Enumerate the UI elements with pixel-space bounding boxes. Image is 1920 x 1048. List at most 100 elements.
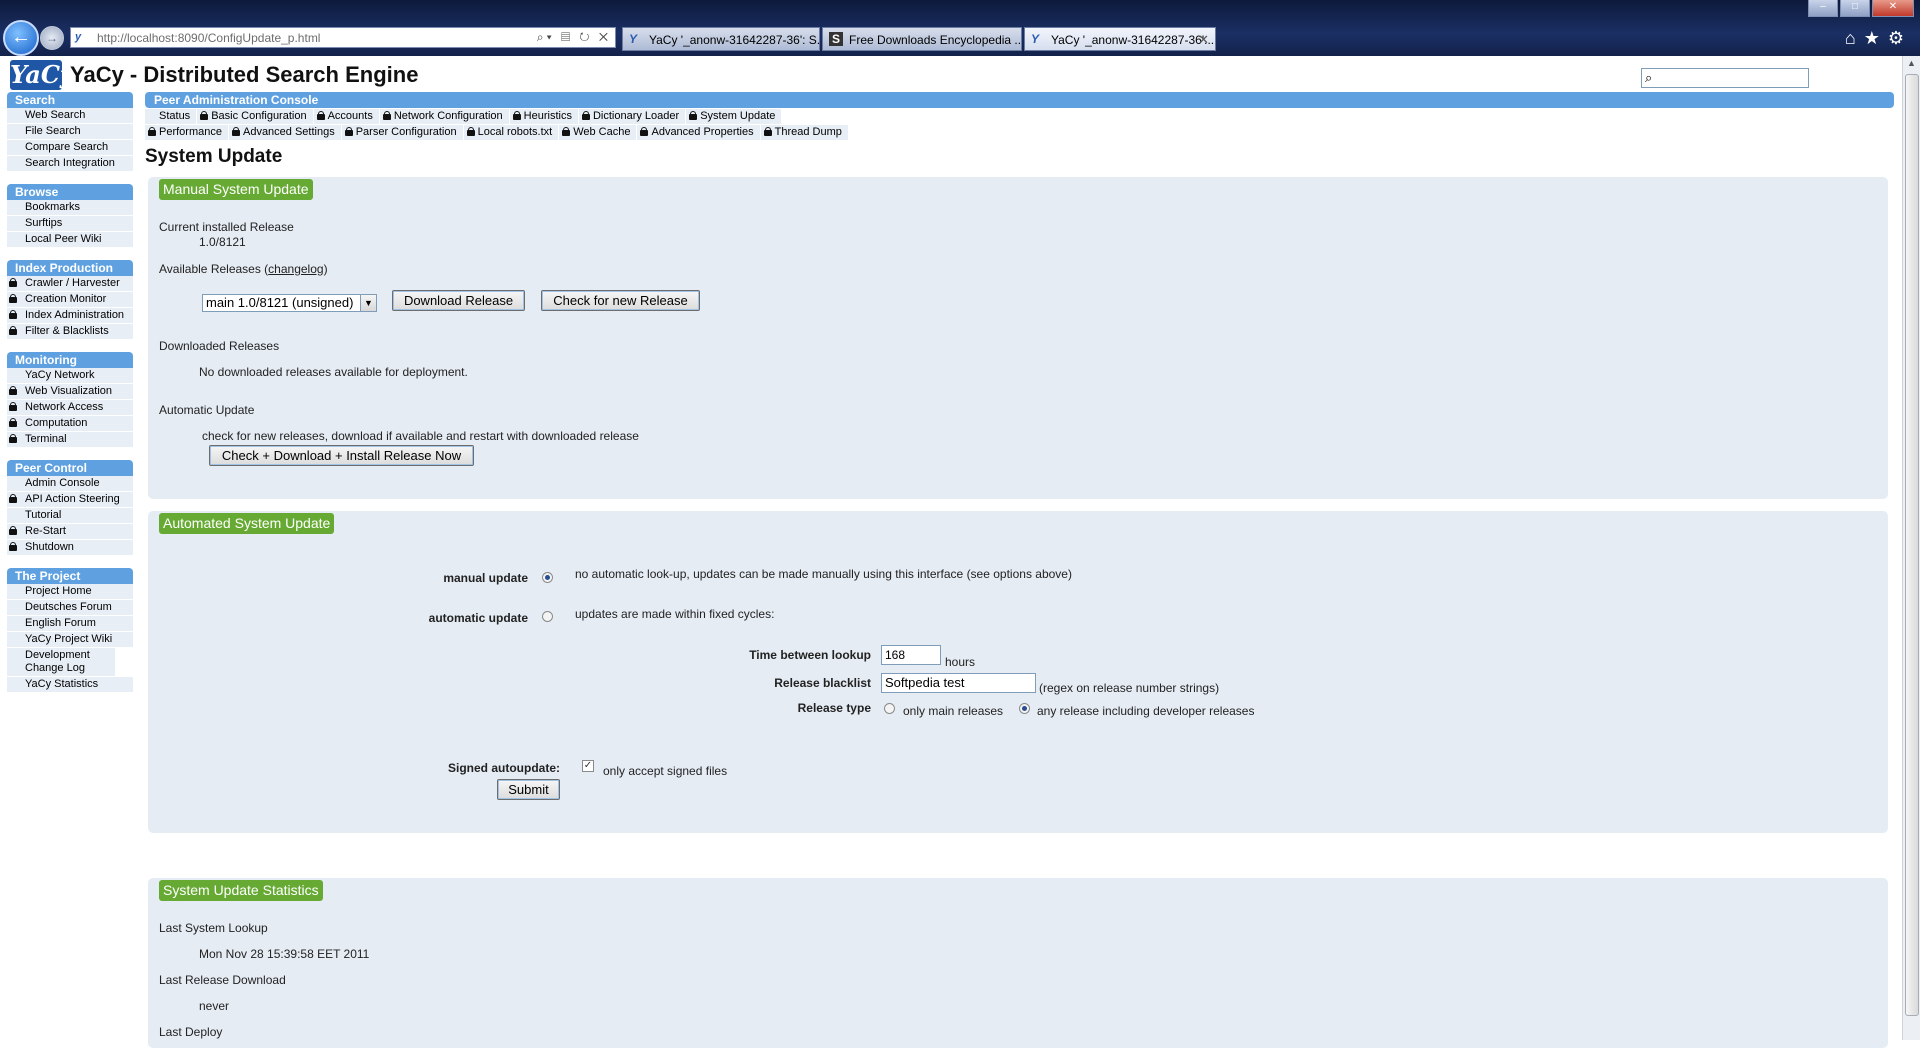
lock-icon bbox=[689, 111, 698, 120]
release-type-any-radio[interactable] bbox=[1019, 703, 1030, 714]
search-input[interactable]: ⌕ bbox=[1641, 68, 1809, 88]
sidebar-item-compare-search[interactable]: Compare Search bbox=[7, 140, 133, 156]
sidebar-item-filter-blacklists[interactable]: Filter & Blacklists bbox=[7, 324, 133, 340]
browser-tab-3-active[interactable]: Y YaCy '_anonw-31642287-36'... ✕ bbox=[1024, 27, 1216, 51]
browser-chrome: – □ ✕ ← → y http://localhost:8090/Config… bbox=[0, 0, 1920, 56]
manual-update-radio[interactable] bbox=[542, 572, 553, 583]
sidebar-item-terminal[interactable]: Terminal bbox=[7, 432, 133, 448]
tab-status[interactable]: Status bbox=[145, 109, 197, 124]
address-tools-icons[interactable]: ⌕▾ ▤ ↻ ✕ bbox=[537, 30, 611, 45]
close-window-icon[interactable]: ✕ bbox=[1872, 0, 1914, 17]
favorites-star-icon[interactable]: ★ bbox=[1864, 28, 1888, 48]
sidebar-item-computation[interactable]: Computation bbox=[7, 416, 133, 432]
signed-autoupdate-desc: only accept signed files bbox=[603, 764, 728, 778]
release-select[interactable]: main 1.0/8121 (unsigned) ▼ bbox=[202, 294, 377, 312]
tab-advanced-settings[interactable]: Advanced Settings bbox=[228, 125, 341, 140]
tab-label: System Update bbox=[700, 110, 776, 122]
tab-network-configuration[interactable]: Network Configuration bbox=[379, 109, 509, 124]
tab-parser-configuration[interactable]: Parser Configuration bbox=[341, 125, 463, 140]
menu-heading: The Project bbox=[7, 568, 133, 584]
sidebar-item-crawler[interactable]: Crawler / Harvester bbox=[7, 276, 133, 292]
tab-local-robots[interactable]: Local robots.txt bbox=[463, 125, 559, 140]
gear-icon[interactable]: ⚙ bbox=[1888, 28, 1912, 48]
scroll-up-icon[interactable]: ▲ bbox=[1907, 58, 1916, 68]
panel-legend: Manual System Update bbox=[159, 179, 313, 200]
sidebar-item-deutsches-forum[interactable]: Deutsches Forum bbox=[7, 600, 133, 616]
panel-legend: System Update Statistics bbox=[159, 880, 323, 901]
tab-label: Parser Configuration bbox=[355, 126, 457, 138]
time-lookup-input[interactable]: 168 bbox=[881, 645, 941, 665]
sidebar-item-web-search[interactable]: Web Search bbox=[7, 108, 133, 124]
sidebar-item-api-action-steering[interactable]: API Action Steering bbox=[7, 492, 133, 508]
sidebar-item-index-administration[interactable]: Index Administration bbox=[7, 308, 133, 324]
vertical-scrollbar[interactable]: ▲ bbox=[1902, 56, 1920, 1040]
sidebar-item-tutorial[interactable]: Tutorial bbox=[7, 508, 133, 524]
sidebar-item-yacy-statistics[interactable]: YaCy Statistics bbox=[7, 677, 133, 693]
submit-button[interactable]: Submit bbox=[497, 779, 560, 800]
sidebar-item-web-visualization[interactable]: Web Visualization bbox=[7, 384, 133, 400]
sidebar-item-bookmarks[interactable]: Bookmarks bbox=[7, 200, 133, 216]
sidebar-item-search-integration[interactable]: Search Integration bbox=[7, 156, 133, 172]
sidebar-item-surftips[interactable]: Surftips bbox=[7, 216, 133, 232]
release-blacklist-input[interactable]: Softpedia test bbox=[881, 673, 1036, 693]
tab-label: Thread Dump bbox=[774, 126, 842, 138]
close-tab-icon[interactable]: ✕ bbox=[1198, 32, 1209, 48]
maximize-icon[interactable]: □ bbox=[1840, 0, 1870, 17]
tab-accounts[interactable]: Accounts bbox=[313, 109, 379, 124]
lock-icon bbox=[9, 434, 17, 443]
check-new-release-button[interactable]: Check for new Release bbox=[541, 290, 700, 311]
sidebar-item-restart[interactable]: Re-Start bbox=[7, 524, 133, 540]
current-release-value: 1.0/8121 bbox=[199, 235, 246, 249]
minimize-icon[interactable]: – bbox=[1808, 0, 1838, 17]
sidebar: Search Web Search File Search Compare Se… bbox=[7, 92, 133, 705]
last-download-label: Last Release Download bbox=[159, 973, 286, 987]
current-release-label: Current installed Release bbox=[159, 220, 294, 234]
address-url[interactable]: http://localhost:8090/ConfigUpdate_p.htm… bbox=[97, 31, 320, 45]
browser-tab-1[interactable]: Y YaCy '_anonw-31642287-36': S... bbox=[622, 27, 820, 51]
scrollbar-thumb[interactable] bbox=[1905, 74, 1919, 1016]
sidebar-item-development-change-log[interactable]: Development Change Log bbox=[7, 648, 115, 677]
chevron-down-icon[interactable]: ▼ bbox=[360, 295, 376, 311]
yacy-logo[interactable]: YaCy bbox=[10, 60, 74, 90]
site-title: YaCy - Distributed Search Engine bbox=[70, 62, 419, 87]
sidebar-item-file-search[interactable]: File Search bbox=[7, 124, 133, 140]
sidebar-item-yacy-network[interactable]: YaCy Network bbox=[7, 368, 133, 384]
sidebar-item-local-peer-wiki[interactable]: Local Peer Wiki bbox=[7, 232, 133, 248]
menu-index-production: Index Production Crawler / Harvester Cre… bbox=[7, 260, 133, 340]
tab-advanced-properties[interactable]: Advanced Properties bbox=[637, 125, 760, 140]
tab-performance[interactable]: Performance bbox=[145, 125, 228, 140]
automatic-update-option-label: automatic update bbox=[428, 611, 528, 625]
lock-icon bbox=[344, 127, 353, 136]
sidebar-item-label: Crawler / Harvester bbox=[25, 277, 120, 289]
last-deploy-label: Last Deploy bbox=[159, 1025, 223, 1039]
sidebar-item-shutdown[interactable]: Shutdown bbox=[7, 540, 133, 556]
changelog-link[interactable]: changelog bbox=[268, 262, 323, 276]
sidebar-item-english-forum[interactable]: English Forum bbox=[7, 616, 133, 632]
tab-thread-dump[interactable]: Thread Dump bbox=[760, 125, 848, 140]
lock-icon bbox=[9, 494, 17, 503]
forward-button[interactable]: → bbox=[40, 26, 64, 50]
back-button[interactable]: ← bbox=[3, 20, 39, 56]
automated-update-panel: Automated System Update manual update no… bbox=[148, 511, 1888, 833]
tab-basic-configuration[interactable]: Basic Configuration bbox=[197, 109, 313, 124]
browser-tab-2[interactable]: S Free Downloads Encyclopedia ... bbox=[822, 27, 1022, 51]
tab-heuristics[interactable]: Heuristics bbox=[509, 109, 578, 124]
tab-system-update[interactable]: System Update bbox=[686, 109, 782, 124]
automatic-update-radio[interactable] bbox=[542, 611, 553, 622]
menu-heading: Browse bbox=[7, 184, 133, 200]
home-icon[interactable]: ⌂ bbox=[1845, 28, 1864, 48]
sidebar-item-network-access[interactable]: Network Access bbox=[7, 400, 133, 416]
sidebar-item-project-wiki[interactable]: YaCy Project Wiki bbox=[7, 632, 133, 648]
tab-web-cache[interactable]: Web Cache bbox=[559, 125, 637, 140]
address-bar[interactable]: y http://localhost:8090/ConfigUpdate_p.h… bbox=[70, 27, 616, 48]
sidebar-item-label: Index Administration bbox=[25, 309, 125, 321]
tab-dictionary-loader[interactable]: Dictionary Loader bbox=[578, 109, 686, 124]
sidebar-item-admin-console[interactable]: Admin Console bbox=[7, 476, 133, 492]
install-release-now-button[interactable]: Check + Download + Install Release Now bbox=[209, 445, 474, 466]
release-type-main-radio[interactable] bbox=[884, 703, 895, 714]
sidebar-item-project-home[interactable]: Project Home bbox=[7, 584, 133, 600]
download-release-button[interactable]: Download Release bbox=[392, 290, 525, 311]
signed-autoupdate-checkbox[interactable]: ✓ bbox=[582, 760, 594, 772]
sidebar-item-creation-monitor[interactable]: Creation Monitor bbox=[7, 292, 133, 308]
lock-icon bbox=[9, 294, 17, 303]
